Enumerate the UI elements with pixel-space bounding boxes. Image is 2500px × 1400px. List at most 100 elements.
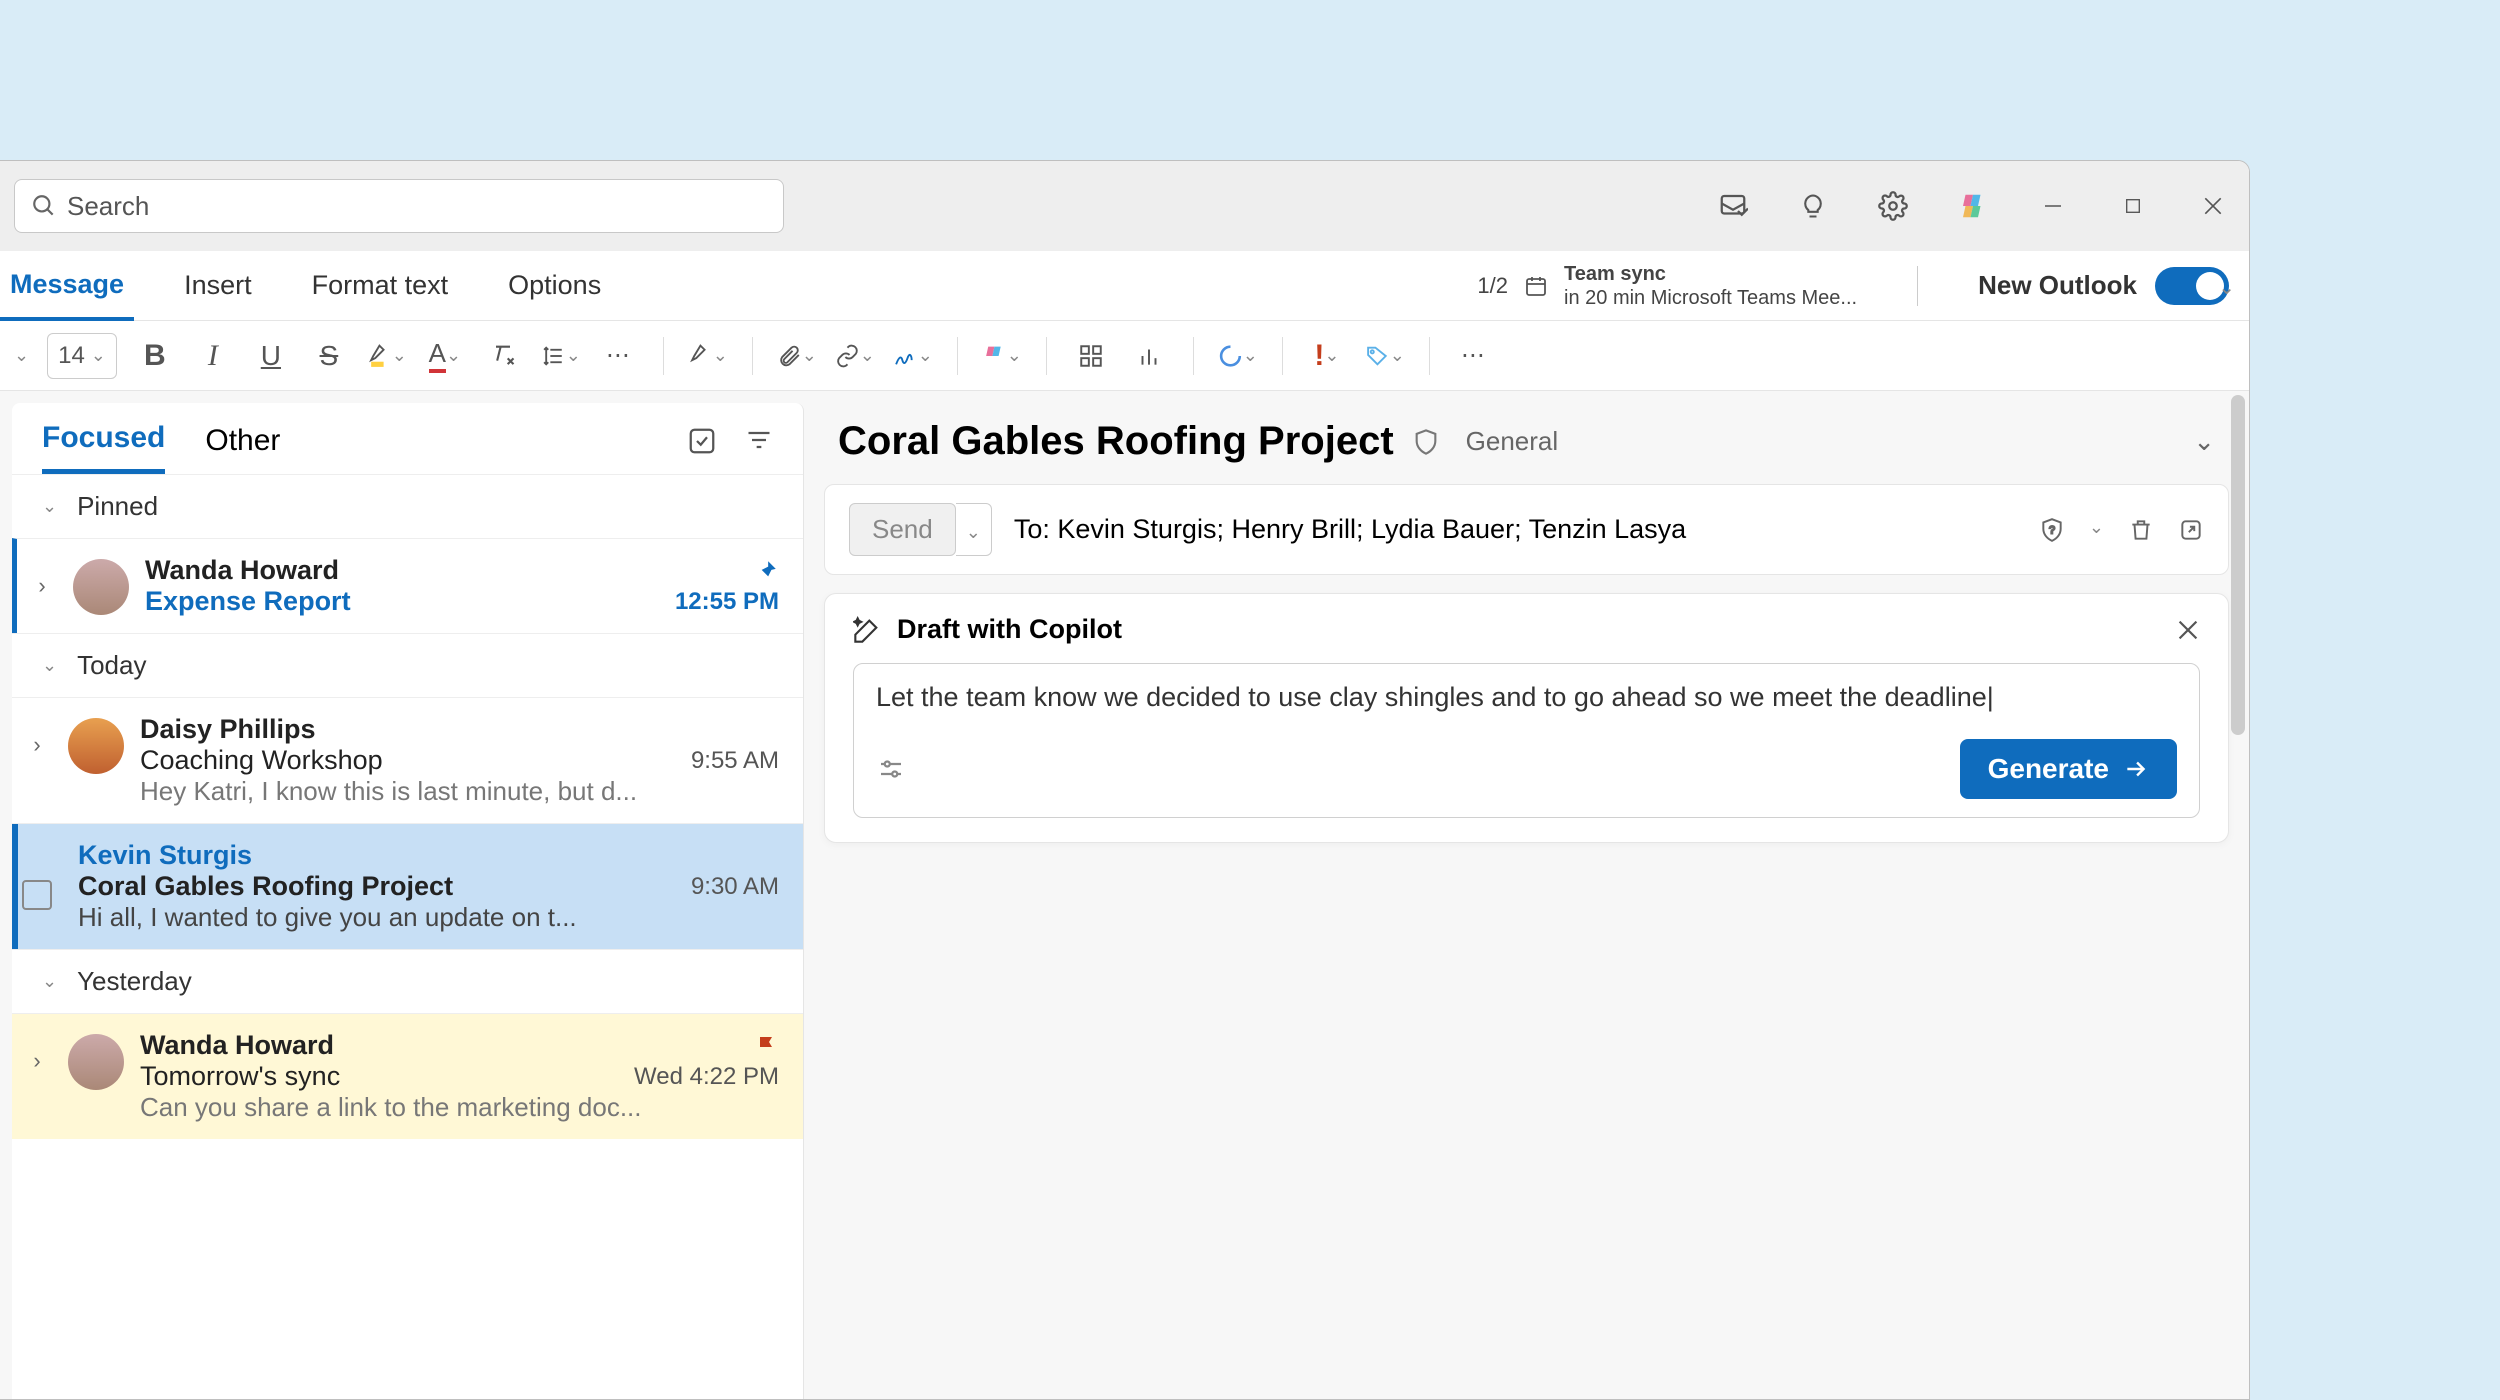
search-placeholder: Search [67, 191, 149, 222]
more-ribbon-button[interactable]: ⋯ [1454, 336, 1494, 376]
delete-icon[interactable] [2128, 517, 2154, 543]
copilot-prompt-input[interactable]: Let the team know we decided to use clay… [853, 663, 2200, 818]
underline-button[interactable]: U [251, 336, 291, 376]
importance-button[interactable]: ! ⌄ [1307, 336, 1347, 376]
generate-button[interactable]: Generate [1960, 739, 2177, 799]
section-pinned[interactable]: ⌄Pinned [12, 474, 803, 538]
popout-icon[interactable] [2178, 517, 2204, 543]
loop-button[interactable]: ⌄ [1218, 336, 1258, 376]
font-color-button[interactable]: A ⌄ [425, 336, 465, 376]
tab-format-text[interactable]: Format text [302, 251, 459, 320]
message-from: Kevin Sturgis [78, 840, 779, 871]
pin-icon [753, 558, 779, 584]
chevron-down-icon[interactable]: ⌄ [2193, 426, 2215, 457]
avatar [68, 718, 124, 774]
expand-icon[interactable] [22, 840, 52, 933]
copilot-icon[interactable] [1957, 190, 1989, 222]
clear-format-button[interactable] [483, 336, 523, 376]
expand-icon[interactable]: › [27, 555, 57, 617]
reminder-title: Team sync [1564, 262, 1857, 286]
shield-icon [1412, 428, 1440, 456]
expand-icon[interactable]: › [22, 1030, 52, 1123]
attach-button[interactable]: ⌄ [777, 336, 817, 376]
chevron-down-icon[interactable]: ⌄ [2089, 517, 2104, 543]
maximize-button[interactable] [2117, 190, 2149, 222]
arrow-right-icon [2123, 756, 2149, 782]
expand-icon[interactable]: › [22, 714, 52, 807]
tab-message[interactable]: Message [0, 252, 134, 321]
message-item-selected[interactable]: Kevin Sturgis Coral Gables Roofing Proje… [12, 823, 803, 949]
reminder-detail: in 20 min Microsoft Teams Mee... [1564, 286, 1857, 310]
reading-pane: Coral Gables Roofing Project General ⌄ S… [804, 391, 2249, 1399]
reminder-count: 1/2 [1477, 273, 1508, 299]
select-all-icon[interactable] [687, 426, 717, 456]
adjust-icon[interactable] [876, 754, 906, 784]
poll-button[interactable] [1129, 336, 1169, 376]
send-button[interactable]: Send [849, 503, 956, 556]
close-copilot-icon[interactable] [2176, 618, 2200, 642]
to-label: To: [1014, 514, 1050, 544]
bold-button[interactable]: B [135, 336, 175, 376]
styles-button[interactable]: ⌄ [688, 336, 728, 376]
collapse-ribbon-icon[interactable]: ⌄ [2218, 275, 2235, 392]
tab-insert[interactable]: Insert [174, 251, 262, 320]
section-yesterday[interactable]: ⌄Yesterday [12, 949, 803, 1013]
tab-focused[interactable]: Focused [42, 421, 165, 474]
tab-other[interactable]: Other [205, 424, 280, 472]
send-dropdown[interactable]: ⌄ [956, 503, 992, 556]
message-item[interactable]: › Wanda Howard Tomorrow's syncWed 4:22 P… [12, 1013, 803, 1139]
calendar-reminder[interactable]: 1/2 Team sync in 20 min Microsoft Teams … [1477, 262, 1857, 310]
signature-button[interactable]: ⌄ [893, 336, 933, 376]
close-button[interactable] [2197, 190, 2229, 222]
message-time: 9:55 AM [691, 747, 779, 775]
menu-bar: Message Insert Format text Options 1/2 T… [0, 251, 2249, 321]
line-spacing-button[interactable]: ⌄ [541, 336, 581, 376]
lightbulb-icon[interactable] [1797, 190, 1829, 222]
message-time: 12:55 PM [675, 588, 779, 616]
title-bar: Search [0, 161, 2249, 251]
apps-button[interactable] [1071, 336, 1111, 376]
message-item[interactable]: › Daisy Phillips Coaching Workshop 9:55 A… [12, 697, 803, 823]
message-from: Wanda Howard [145, 555, 339, 586]
copilot-draft-card: Draft with Copilot Let the team know we … [824, 593, 2229, 843]
message-subject: Expense Report [145, 586, 351, 617]
avatar [68, 1034, 124, 1090]
compose-header: Send ⌄ To: Kevin Sturgis; Henry Brill; L… [824, 484, 2229, 575]
font-size-select[interactable]: 14 ⌄ [47, 333, 117, 379]
tag-button[interactable]: ⌄ [1365, 336, 1405, 376]
filter-icon[interactable] [745, 426, 773, 456]
section-today[interactable]: ⌄Today [12, 633, 803, 697]
message-time: 9:30 AM [691, 873, 779, 901]
copilot-ribbon-icon[interactable]: ⌄ [982, 336, 1022, 376]
message-preview: Hi all, I wanted to give you an update o… [78, 902, 779, 933]
italic-button[interactable]: I [193, 336, 233, 376]
more-formatting-button[interactable]: ⋯ [599, 336, 639, 376]
calendar-icon [1524, 274, 1548, 298]
copilot-pencil-icon [853, 616, 881, 644]
flag-icon [755, 1034, 779, 1058]
message-subject: Coaching Workshop [140, 745, 383, 776]
general-label: General [1466, 426, 1559, 457]
search-input[interactable]: Search [14, 179, 784, 233]
svg-text:?: ? [2049, 524, 2055, 536]
strikethrough-button[interactable]: S [309, 336, 349, 376]
search-icon [31, 193, 57, 219]
checkbox[interactable] [22, 880, 52, 910]
scrollbar[interactable] [2231, 395, 2245, 735]
message-item[interactable]: › Wanda Howard Expense Report 12:55 PM [12, 538, 803, 633]
tab-options[interactable]: Options [498, 251, 611, 320]
inbox-icon[interactable] [1717, 190, 1749, 222]
message-subject: Coral Gables Roofing Project [78, 871, 453, 902]
link-button[interactable]: ⌄ [835, 336, 875, 376]
highlight-button[interactable]: ⌄ [367, 336, 407, 376]
avatar [73, 559, 129, 615]
settings-icon[interactable] [1877, 190, 1909, 222]
minimize-button[interactable] [2037, 190, 2069, 222]
message-from: Daisy Phillips [140, 714, 779, 745]
sensitivity-icon[interactable]: ? [2039, 517, 2065, 543]
message-time: Wed 4:22 PM [634, 1063, 779, 1091]
email-title: Coral Gables Roofing Project [838, 419, 1394, 464]
chevron-down-icon[interactable]: ⌄ [14, 345, 29, 366]
message-list-pane: Focused Other ⌄Pinned › Wanda Howard Exp… [12, 403, 804, 1399]
message-preview: Can you share a link to the marketing do… [140, 1092, 779, 1123]
